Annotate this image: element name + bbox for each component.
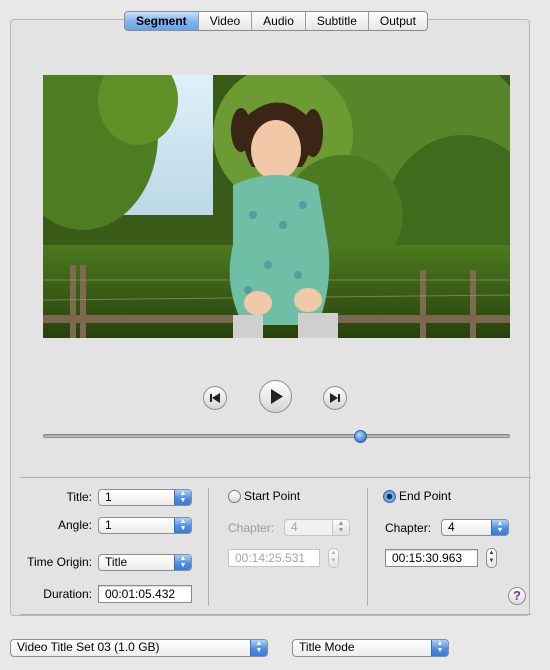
tab-output[interactable]: Output [369,12,427,30]
skip-back-icon [210,393,220,403]
position-slider-knob[interactable] [354,430,368,443]
title-select[interactable]: 1 ▲ ▼ [98,489,192,506]
tab-segment[interactable]: Segment [125,12,199,30]
updown-arrows-icon: ▲ ▼ [174,518,191,533]
end-time-stepper[interactable]: ▲ ▼ [486,548,497,568]
video-preview [43,75,510,338]
title-select-value: 1 [105,490,112,504]
help-button[interactable]: ? [508,587,526,605]
start-chapter-select-value: 4 [291,520,298,534]
duration-field[interactable]: 00:01:05.432 [98,585,192,603]
title-label: Title: [66,490,92,504]
divider [20,614,531,615]
play-icon [271,389,283,404]
time-origin-select[interactable]: Title ▲ ▼ [98,554,192,571]
end-point-radio[interactable] [383,490,396,503]
start-time-stepper[interactable]: ▲ ▼ [328,548,339,568]
end-chapter-select[interactable]: 4 ▲ ▼ [441,519,509,536]
tab-video[interactable]: Video [199,12,253,30]
previous-button[interactable] [203,386,227,410]
updown-arrows-icon: ▲ ▼ [174,555,191,570]
divider [367,488,368,606]
divider [20,477,531,478]
divider [208,488,209,606]
start-chapter-label: Chapter: [228,521,275,535]
end-time-field[interactable]: 00:15:30.963 [385,549,478,567]
start-point-label: Start Point [244,489,301,503]
time-origin-select-value: Title [105,555,128,569]
position-slider-track[interactable] [43,434,510,438]
updown-arrows-icon: ▲ ▼ [491,520,508,535]
title-set-select-value: Video Title Set 03 (1.0 GB) [17,640,160,654]
updown-arrows-icon: ▲ ▼ [174,490,191,505]
time-origin-label: Time Origin: [27,555,92,569]
title-set-select[interactable]: Video Title Set 03 (1.0 GB) ▲ ▼ [10,639,268,657]
mode-select[interactable]: Title Mode ▲ ▼ [292,639,449,657]
tab-audio[interactable]: Audio [252,12,306,30]
end-chapter-select-value: 4 [448,520,455,534]
updown-arrows-icon: ▲ ▼ [431,640,448,656]
angle-select[interactable]: 1 ▲ ▼ [98,517,192,534]
angle-label: Angle: [57,518,92,532]
skip-forward-icon [330,393,340,403]
updown-arrows-icon: ▲ ▼ [250,640,267,656]
start-time-field[interactable]: 00:14:25.531 [228,549,320,567]
angle-select-value: 1 [105,518,112,532]
tab-subtitle[interactable]: Subtitle [306,12,369,30]
next-button[interactable] [323,386,347,410]
updown-arrows-icon: ▲ ▼ [332,520,349,535]
tab-bar: Segment Video Audio Subtitle Output [124,11,428,31]
end-point-label: End Point [399,489,452,503]
end-chapter-label: Chapter: [385,521,432,535]
video-frame-image [43,75,510,338]
duration-label: Duration: [43,587,92,601]
start-point-radio[interactable] [228,490,241,503]
start-chapter-select[interactable]: 4 ▲ ▼ [284,519,350,536]
play-button[interactable] [259,380,292,413]
mode-select-value: Title Mode [299,640,355,654]
